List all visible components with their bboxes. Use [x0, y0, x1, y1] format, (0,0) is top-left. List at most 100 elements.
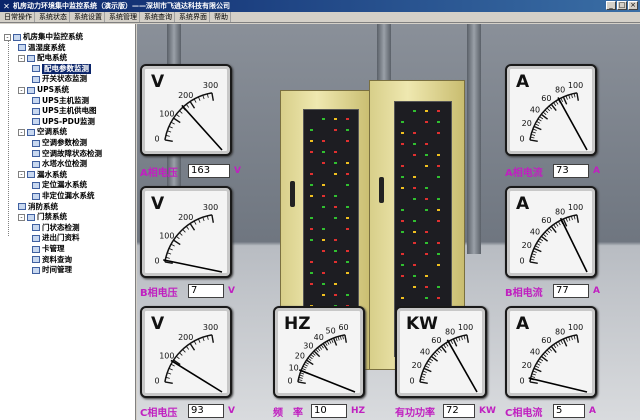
readout-value-field: 5 [553, 404, 585, 418]
close-button[interactable]: × [628, 1, 638, 10]
tree-item[interactable]: - 门禁系统 [18, 212, 67, 222]
tree-item-label: 门禁系统 [37, 212, 67, 222]
minimize-button[interactable]: _ [606, 1, 616, 10]
folder-icon [32, 139, 40, 147]
gauge-minor-tick [176, 355, 180, 360]
gauge-dial: 0 10 20 304050 60 [287, 323, 356, 393]
gauge-major-tick [189, 223, 196, 231]
gauge-major-tick [576, 92, 580, 101]
tree-item[interactable]: - UPS系统 [18, 85, 69, 95]
gauge-minor-tick [421, 376, 426, 378]
tree-item-label: 消防系统 [28, 201, 58, 211]
menu-system-query[interactable]: 系统查询 [142, 12, 175, 22]
tree-item[interactable]: 温湿度系统 [18, 43, 66, 53]
gauge-tick-label: 0 [154, 377, 159, 386]
gauge-minor-tick [425, 365, 429, 369]
tree-item-label: 水塔水位检测 [42, 159, 87, 169]
collapse-icon[interactable]: - [18, 128, 25, 136]
gauge-minor-tick [535, 365, 539, 369]
gauge-minor-tick [168, 368, 173, 371]
folder-icon [27, 128, 35, 136]
maximize-button[interactable]: □ [617, 1, 627, 10]
gauge-minor-tick [198, 96, 201, 101]
tree-item[interactable]: UPS主机供电图 [32, 106, 97, 116]
tree-item[interactable]: 水塔水位检测 [32, 159, 87, 169]
tree-item-label: 开关状态监测 [42, 74, 87, 84]
tree-item[interactable]: 门状态检测 [32, 223, 80, 233]
gauge-major-tick [576, 214, 580, 223]
collapse-icon[interactable]: - [18, 171, 25, 179]
tree-item[interactable]: 卡管理 [32, 244, 65, 254]
tree-item[interactable]: 时间管理 [32, 265, 72, 275]
gauge-minor-tick [450, 340, 454, 344]
gauge-minor-tick [179, 352, 183, 356]
tree-item[interactable]: UPS主机监测 [32, 96, 89, 106]
tree-item-label: 进出门资料 [42, 233, 80, 243]
folder-icon [32, 118, 40, 126]
gauge-minor-tick [176, 113, 180, 118]
tree-item-label: 漏水系统 [37, 169, 67, 179]
tree-item[interactable]: - 配电系统 [18, 53, 67, 63]
tree-item-label: 门状态检测 [42, 222, 80, 232]
menu-daily-ops[interactable]: 日常操作 [2, 12, 35, 22]
collapse-icon[interactable]: - [18, 54, 25, 62]
gauge-tick-label: 20 [522, 119, 532, 128]
menu-system-management[interactable]: 系统管理 [107, 12, 140, 22]
gauge-minor-tick [198, 218, 201, 223]
gauge-tick-label: 30 [303, 341, 313, 350]
gauge-arc [419, 334, 468, 383]
folder-icon [18, 203, 26, 211]
gauge-tick-label: 20 [522, 241, 532, 250]
tree-item[interactable]: 空调参数检测 [32, 138, 87, 148]
gauge-tick-label: 40 [530, 105, 540, 114]
tree-item[interactable]: 非定位漏水系统 [32, 191, 95, 201]
gauge-tick-label: 40 [530, 227, 540, 236]
tree-item[interactable]: - 漏水系统 [18, 170, 67, 180]
gauge-major-tick [313, 350, 321, 358]
gauge-tick-label: 0 [154, 135, 159, 144]
tree-item[interactable]: 开关状态监测 [32, 74, 87, 84]
gauge-minor-tick [300, 372, 305, 375]
gauge-tick-label: 60 [338, 323, 348, 332]
tree-item[interactable]: - 机房集中监控系统 [4, 32, 83, 42]
gauge-arc [529, 92, 578, 141]
readout-label: A相电压 [140, 167, 178, 179]
tree-item[interactable]: 配电参数监测 [32, 63, 91, 74]
tree-item[interactable]: - 空调系统 [18, 127, 67, 137]
gauge-minor-tick [303, 363, 308, 367]
gauge-tick-label: 80 [555, 86, 565, 95]
menu-system-status[interactable]: 系统状态 [37, 12, 70, 22]
tree-item[interactable]: 资料查询 [32, 255, 72, 265]
tree-item[interactable]: 进出门资料 [32, 233, 80, 243]
menu-system-interface[interactable]: 系统界面 [177, 12, 210, 22]
gauge-tick-label: 300 [203, 203, 218, 212]
gauge-minor-tick [185, 104, 190, 108]
readout-label: 频 率 [273, 407, 303, 419]
gauge-tick-label: 60 [541, 216, 551, 225]
readout-unit: HZ [351, 406, 366, 416]
collapse-icon[interactable]: - [18, 213, 25, 221]
gauge-minor-tick [202, 95, 205, 100]
tree-item-label: 温湿度系统 [28, 42, 66, 52]
gauge-minor-tick [170, 363, 175, 367]
folder-icon [32, 97, 40, 105]
menu-help[interactable]: 帮助 [212, 12, 231, 22]
window-title: 机房动力环境集中监控系统（演示版）——深圳市飞逍达科技有限公司 [13, 2, 230, 10]
gauge-minor-tick [532, 128, 537, 131]
menu-system-settings[interactable]: 系统设置 [72, 12, 105, 22]
collapse-icon[interactable]: - [18, 86, 25, 94]
gauge-minor-tick [536, 243, 541, 246]
tree-item-label: 定位漏水系统 [42, 180, 87, 190]
tree-item-label: UPS主机监测 [42, 95, 89, 105]
gauge-minor-tick [555, 342, 559, 347]
gauge-tick-label: 100 [568, 203, 583, 212]
tree-item[interactable]: 定位漏水系统 [32, 180, 87, 190]
gauge-minor-tick [560, 340, 564, 344]
tree-item[interactable]: 空调故障状态检测 [32, 149, 102, 159]
gauge-minor-tick [539, 358, 544, 362]
tree-item[interactable]: 消防系统 [18, 202, 58, 212]
gauge-minor-tick [531, 373, 536, 376]
gauge-minor-tick [568, 94, 571, 99]
tree-item[interactable]: UPS-PDU监测 [32, 117, 95, 127]
gauge-tick-label: 80 [555, 208, 565, 217]
